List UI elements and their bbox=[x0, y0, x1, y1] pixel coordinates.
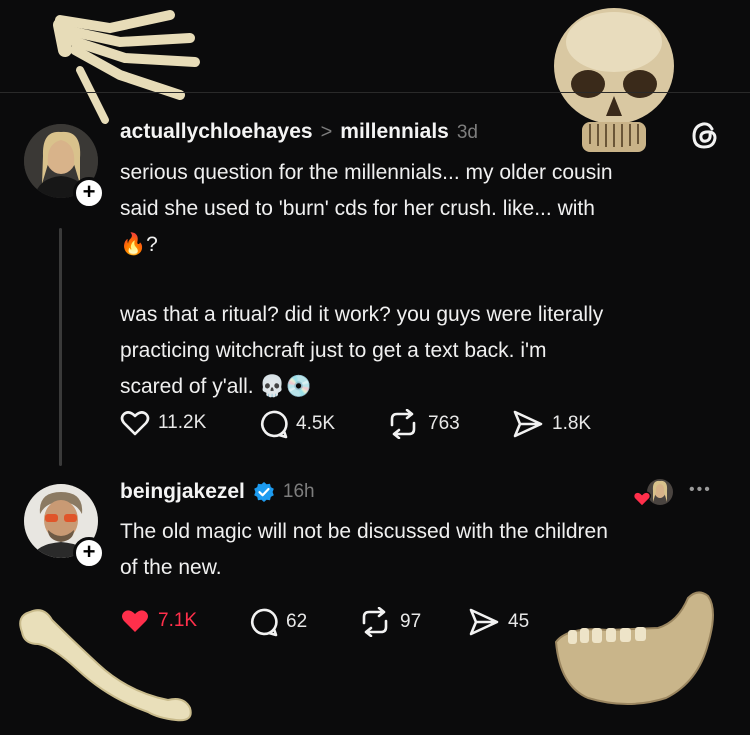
post1-header: actuallychloehayes > millennials 3d bbox=[120, 120, 478, 144]
post1-text-line: practicing witchcraft just to get a text… bbox=[120, 339, 547, 362]
breadcrumb-separator: > bbox=[320, 121, 333, 143]
post1-like-count: 11.2K bbox=[158, 412, 207, 433]
post1-like-button[interactable]: 11.2K bbox=[120, 409, 206, 437]
post2-header: beingjakezel 16h bbox=[120, 480, 315, 504]
post1-text-line: serious question for the millennials... … bbox=[120, 161, 613, 184]
post2-share-count: 45 bbox=[508, 611, 530, 632]
bone-sticker bbox=[19, 609, 192, 722]
verified-badge-icon bbox=[254, 482, 274, 502]
post1-repost-button[interactable]: 763 bbox=[386, 409, 460, 439]
post2-age: 16h bbox=[282, 481, 315, 502]
follow-plus-button[interactable]: + bbox=[73, 537, 105, 569]
post1-body: serious question for the millennials... … bbox=[120, 155, 730, 405]
follow-plus-button[interactable]: + bbox=[73, 177, 105, 209]
top-divider bbox=[0, 92, 750, 93]
post1-comment-button[interactable]: 4.5K bbox=[258, 409, 335, 439]
skull-sticker bbox=[554, 8, 674, 152]
post1-text-line: 🔥? bbox=[120, 233, 158, 256]
post1-comment-count: 4.5K bbox=[296, 413, 336, 434]
send-icon bbox=[469, 608, 499, 636]
post2-body: The old magic will not be discussed with… bbox=[120, 514, 730, 586]
post1-share-count: 1.8K bbox=[552, 413, 592, 434]
jawbone-sticker bbox=[554, 591, 714, 705]
repost-icon bbox=[362, 607, 388, 637]
post2-text-line: The old magic will not be discussed with… bbox=[120, 520, 608, 543]
liked-by-author-indicator[interactable] bbox=[632, 478, 674, 512]
post1-text-line: was that a ritual? did it work? you guys… bbox=[120, 303, 604, 326]
comment-bubble-icon bbox=[251, 608, 278, 637]
post1-text-line: said she used to 'burn' cds for her crus… bbox=[120, 197, 595, 220]
post2-comment-button[interactable]: 62 bbox=[248, 607, 307, 637]
heart-filled-icon bbox=[633, 491, 651, 507]
post1-share-button[interactable]: 1.8K bbox=[512, 409, 591, 439]
comment-bubble-icon bbox=[261, 410, 288, 439]
post2-username[interactable]: beingjakezel bbox=[120, 480, 245, 504]
repost-icon bbox=[390, 409, 416, 439]
post2-share-button[interactable]: 45 bbox=[468, 607, 529, 637]
more-options-button[interactable]: ••• bbox=[689, 481, 712, 499]
post2-repost-button[interactable]: 97 bbox=[358, 607, 421, 637]
threads-logo-icon[interactable] bbox=[690, 119, 720, 151]
post2-repost-count: 97 bbox=[400, 611, 422, 632]
post1-username[interactable]: actuallychloehayes bbox=[120, 120, 313, 144]
send-icon bbox=[513, 410, 543, 438]
post2-comment-count: 62 bbox=[286, 611, 308, 632]
heart-outline-icon bbox=[120, 411, 150, 436]
post1-community[interactable]: millennials bbox=[340, 120, 449, 144]
post1-repost-count: 763 bbox=[428, 413, 460, 434]
skeleton-hand-sticker bbox=[53, 10, 200, 124]
post1-text-line: scared of y'all. 💀💿 bbox=[120, 375, 312, 398]
post2-text-line: of the new. bbox=[120, 556, 222, 579]
post1-age: 3d bbox=[456, 122, 478, 143]
thread-connector-line bbox=[59, 228, 62, 466]
